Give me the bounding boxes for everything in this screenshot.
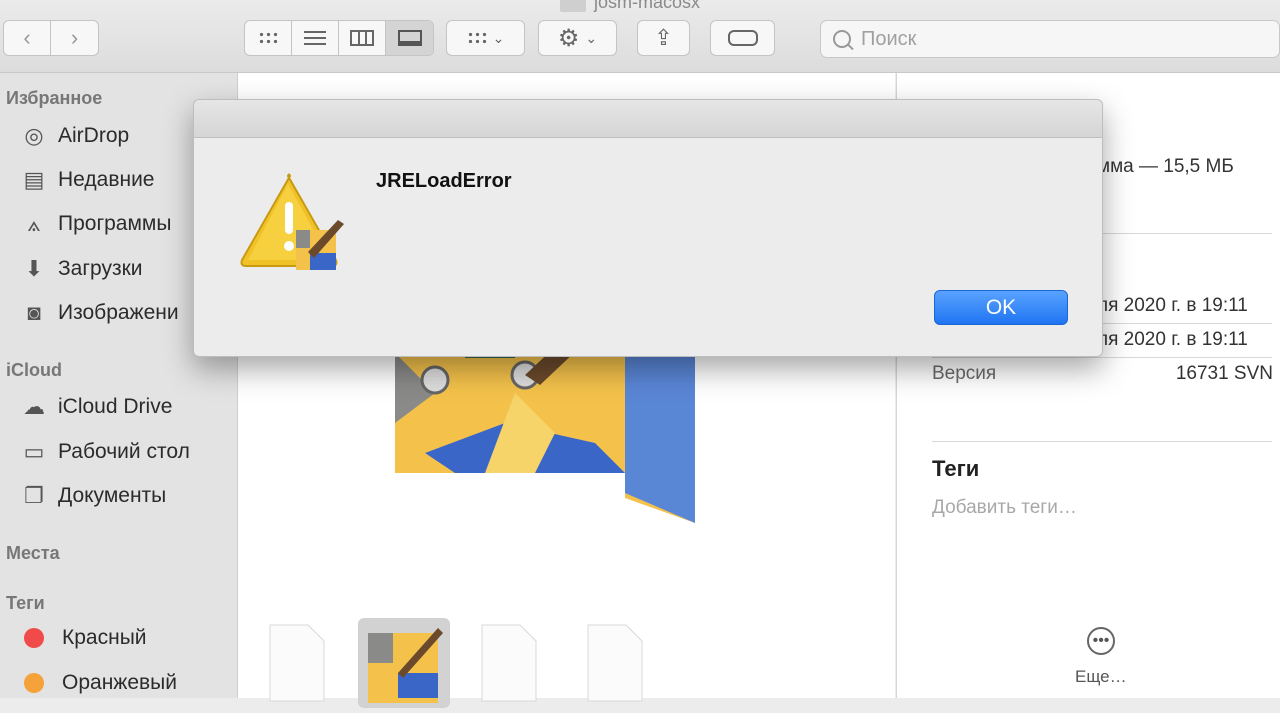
sidebar-header-icloud: iCloud bbox=[6, 360, 62, 380]
share-icon: ⇪ bbox=[654, 25, 673, 50]
recents-icon: ▤ bbox=[23, 167, 45, 192]
chevron-right-icon: › bbox=[70, 25, 79, 50]
gear-icon: ⚙ bbox=[557, 24, 580, 52]
nav-buttons: ‹ › bbox=[3, 20, 99, 56]
sidebar-item-documents[interactable]: ❐ Документы bbox=[18, 482, 166, 510]
dialog-titlebar bbox=[194, 100, 1102, 138]
info-kind-size: мма — 15,5 МБ bbox=[1097, 156, 1234, 177]
file-thumbnail[interactable] bbox=[586, 623, 644, 703]
red-dot-icon bbox=[24, 628, 44, 648]
info-version-label: Версия bbox=[932, 363, 997, 384]
document-icon bbox=[481, 624, 537, 702]
add-tags-input[interactable]: Добавить теги… bbox=[932, 497, 1077, 519]
sidebar-item-desktop[interactable]: ▭ Рабочий стол bbox=[18, 438, 190, 466]
sidebar-item-label: Красный bbox=[62, 626, 147, 649]
more-button-label[interactable]: Еще… bbox=[1075, 667, 1127, 687]
gallery-view-button[interactable] bbox=[386, 21, 433, 55]
downloads-icon: ⬇ bbox=[24, 256, 44, 281]
sidebar-item-label: Программы bbox=[58, 212, 172, 235]
sidebar-item-label: Рабочий стол bbox=[58, 440, 190, 463]
chevron-down-icon: ⌄ bbox=[492, 29, 505, 46]
action-button[interactable]: ⚙ ⌄ bbox=[538, 20, 617, 56]
sidebar-item-pictures[interactable]: ◙ Изображени bbox=[18, 299, 179, 327]
group-by-button[interactable]: ⌄ bbox=[446, 20, 525, 56]
sidebar-item-applications[interactable]: ⟑ Программы bbox=[18, 210, 171, 238]
file-thumbnail-selected[interactable] bbox=[358, 618, 450, 708]
cloud-icon: ☁ bbox=[23, 394, 45, 419]
file-thumbnail[interactable] bbox=[268, 623, 326, 703]
desktop-icon: ▭ bbox=[23, 439, 45, 464]
search-placeholder: Поиск bbox=[861, 27, 917, 50]
grid-icon bbox=[258, 31, 278, 45]
sidebar-item-tag-red[interactable]: Красный bbox=[18, 626, 147, 650]
column-view-button[interactable] bbox=[339, 21, 386, 55]
sidebar-item-label: Оранжевый bbox=[62, 671, 177, 694]
document-icon bbox=[587, 624, 643, 702]
sidebar-item-label: iCloud Drive bbox=[58, 395, 173, 418]
sidebar-item-downloads[interactable]: ⬇ Загрузки bbox=[18, 255, 143, 283]
sidebar-item-label: Загрузки bbox=[58, 257, 143, 280]
warning-icon bbox=[240, 173, 344, 270]
info-created: ля 2020 г. в 19:11 bbox=[1097, 295, 1248, 316]
info-version-value: 16731 SVN bbox=[1175, 363, 1273, 384]
orange-dot-icon bbox=[24, 673, 44, 693]
divider bbox=[932, 357, 1272, 358]
folder-icon bbox=[560, 0, 586, 12]
josm-icon bbox=[368, 628, 443, 703]
error-dialog: JRELoadError OK bbox=[193, 99, 1103, 357]
sidebar-item-label: Документы bbox=[58, 484, 167, 507]
airdrop-icon: ◎ bbox=[24, 123, 44, 148]
window-title: josm-macosx bbox=[560, 0, 700, 13]
pictures-icon: ◙ bbox=[27, 300, 41, 325]
sidebar-header-tags: Теги bbox=[6, 593, 45, 613]
info-tags-header: Теги bbox=[932, 456, 980, 481]
tag-icon bbox=[727, 30, 758, 46]
sidebar-item-airdrop[interactable]: ◎ AirDrop bbox=[18, 122, 129, 150]
search-icon bbox=[833, 30, 851, 48]
documents-icon: ❐ bbox=[24, 483, 44, 508]
back-button[interactable]: ‹ bbox=[4, 21, 51, 55]
finder-toolbar: josm-macosx ‹ › ⌄ ⚙ ⌄ ⇪ Поиск bbox=[0, 0, 1280, 73]
sidebar-header-favorites: Избранное bbox=[6, 88, 103, 108]
info-modified: ля 2020 г. в 19:11 bbox=[1097, 329, 1248, 350]
view-mode-selector bbox=[244, 20, 434, 56]
share-button[interactable]: ⇪ bbox=[637, 20, 690, 56]
sidebar-item-label: AirDrop bbox=[58, 124, 130, 147]
file-thumbnail[interactable] bbox=[480, 623, 538, 703]
applications-icon: ⟑ bbox=[27, 211, 41, 236]
list-icon bbox=[304, 31, 326, 45]
gallery-icon bbox=[397, 30, 422, 46]
icon-view-button[interactable] bbox=[245, 21, 292, 55]
window-title-text: josm-macosx bbox=[594, 0, 701, 12]
tag-button[interactable] bbox=[710, 20, 775, 56]
more-icon[interactable]: ••• bbox=[1087, 627, 1115, 655]
chevron-left-icon: ‹ bbox=[23, 25, 31, 50]
forward-button[interactable]: › bbox=[51, 21, 98, 55]
sidebar-item-icloud-drive[interactable]: ☁ iCloud Drive bbox=[18, 393, 172, 421]
columns-icon bbox=[350, 30, 374, 46]
list-view-button[interactable] bbox=[292, 21, 339, 55]
search-input[interactable]: Поиск bbox=[820, 20, 1280, 58]
sidebar-header-places: Места bbox=[6, 543, 60, 563]
sidebar-item-recents[interactable]: ▤ Недавние bbox=[18, 166, 155, 194]
chevron-down-icon: ⌄ bbox=[585, 29, 598, 46]
sidebar-item-label: Недавние bbox=[58, 168, 155, 191]
dialog-title: JRELoadError bbox=[376, 170, 512, 192]
document-icon bbox=[269, 624, 325, 702]
group-icon bbox=[466, 31, 487, 45]
ok-button[interactable]: OK bbox=[934, 290, 1068, 325]
sidebar-item-label: Изображени bbox=[58, 301, 179, 324]
sidebar-item-tag-orange[interactable]: Оранжевый bbox=[18, 671, 177, 695]
divider bbox=[932, 441, 1272, 442]
josm-app-preview-icon bbox=[395, 333, 695, 523]
